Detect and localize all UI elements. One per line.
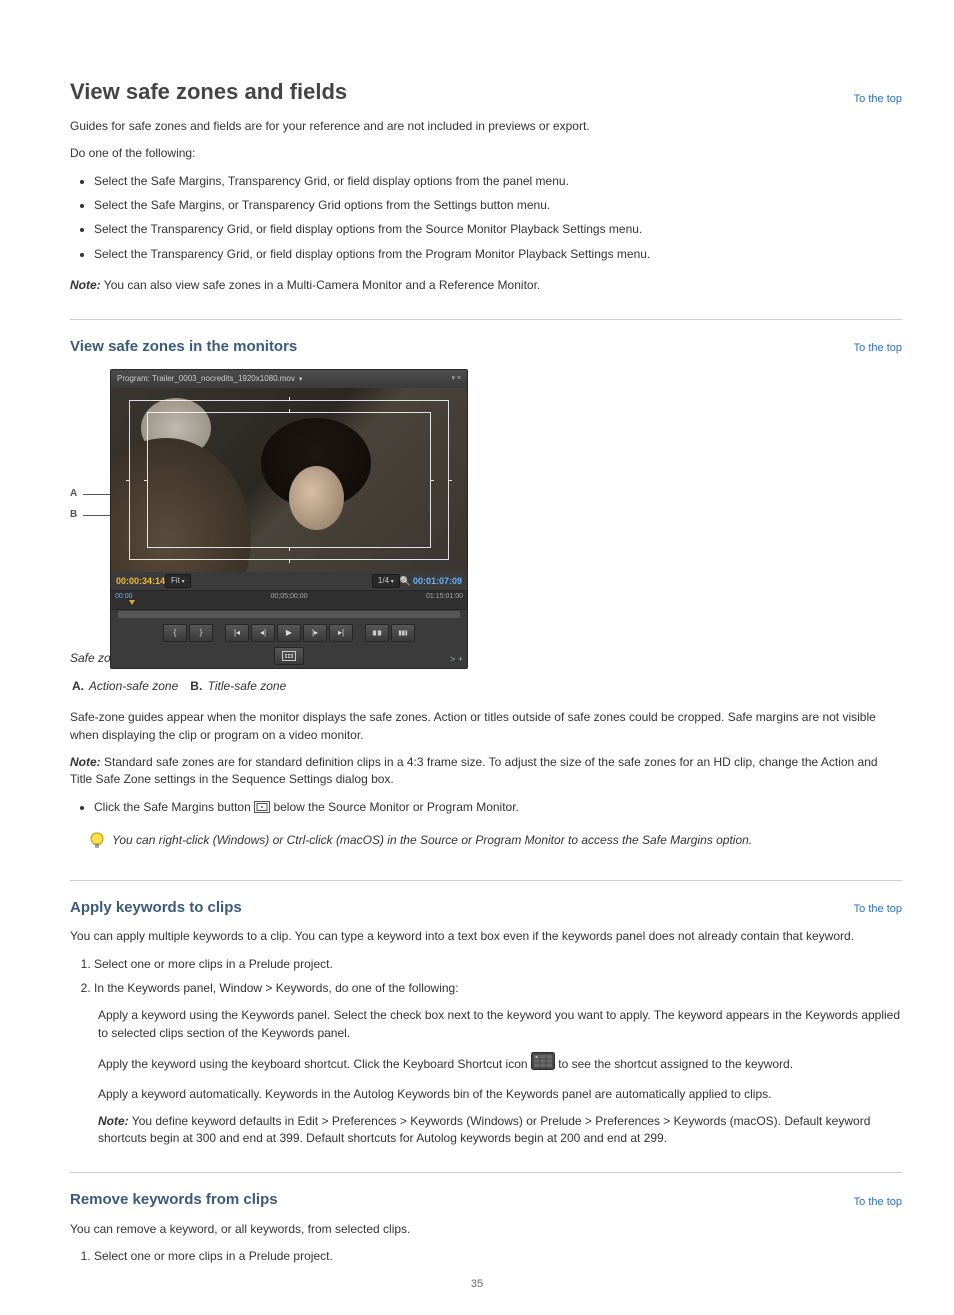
magnify-icon[interactable] (400, 575, 413, 588)
kw-intro: You can apply multiple keywords to a cli… (70, 928, 902, 945)
note-2: Note: Standard safe zones are for standa… (70, 754, 902, 789)
go-to-out-button[interactable]: ▸| (329, 624, 353, 642)
program-monitor-figure: A B Program: Trailer_0003_nocredits_1920… (70, 369, 902, 644)
note-label: Note: (70, 755, 101, 769)
remove-intro: You can remove a keyword, or all keyword… (70, 1221, 902, 1238)
note-text: Standard safe zones are for standard def… (70, 755, 878, 786)
note-1: Note: You can also view safe zones in a … (70, 277, 902, 294)
tip-text: You can right-click (Windows) or Ctrl-cl… (112, 832, 752, 849)
panel-menu-icon[interactable]: ▾ ≡ (451, 374, 461, 384)
list-item: Select the Safe Margins, or Transparency… (94, 197, 902, 214)
section-heading-keywords: Apply keywords to clips (70, 897, 242, 919)
list-item: Select the Transparency Grid, or field d… (94, 246, 902, 263)
program-monitor-panel: Program: Trailer_0003_nocredits_1920x108… (110, 369, 468, 669)
fit-dropdown[interactable]: Fit (165, 574, 191, 588)
divider (70, 880, 902, 881)
intro-paragraph: Guides for safe zones and fields are for… (70, 118, 902, 135)
monitor-titlebar: Program: Trailer_0003_nocredits_1920x108… (111, 370, 467, 388)
safe-options-list: Select the Safe Margins, Transparency Gr… (70, 173, 902, 264)
keyboard-shortcut-icon (531, 1052, 555, 1075)
section-heading-safezones: View safe zones in the monitors (70, 336, 297, 358)
list-item: Select the Safe Margins, Transparency Gr… (94, 173, 902, 190)
go-to-in-button[interactable]: |◂ (225, 624, 249, 642)
step-forward-button[interactable]: |▸ (303, 624, 327, 642)
do-one-paragraph: Do one of the following: (70, 145, 902, 162)
export-frame-button[interactable] (274, 647, 304, 665)
kw-apply-auto: Apply a keyword automatically. Keywords … (98, 1086, 902, 1103)
tip: You can right-click (Windows) or Ctrl-cl… (90, 832, 902, 855)
section-heading-remove: Remove keywords from clips (70, 1189, 278, 1211)
note-label: Note: (70, 278, 101, 292)
ruler-label-right: 01:15:01:00 (426, 592, 463, 602)
to-top-link-1[interactable]: To the top (854, 92, 902, 108)
kw-note: Note: You define keyword defaults in Edi… (98, 1113, 902, 1148)
play-button[interactable]: ▶ (277, 624, 301, 642)
kw-apply-shortcut: Apply the keyword using the keyboard sho… (98, 1052, 902, 1075)
divider (70, 319, 902, 320)
zoom-dropdown[interactable]: 1/4 (372, 574, 400, 588)
monitor-viewport (111, 388, 467, 572)
monitor-title-text: Program: Trailer_0003_nocredits_1920x108… (117, 373, 302, 385)
time-ruler[interactable]: 00:00 00;05;00;00 01:15:01:00 (111, 590, 467, 609)
lightbulb-icon (90, 832, 108, 855)
monitor-infobar: 00:00:34:14 Fit 1/4 00:01:07:09 (111, 572, 467, 590)
figure-key: A. Action-safe zone B. Title-safe zone (70, 678, 902, 695)
zoom-scrollbar[interactable] (111, 609, 467, 620)
to-top-link-4[interactable]: To the top (854, 1195, 902, 1211)
title-safe-overlay (147, 412, 431, 548)
kw-step-1: Select one or more clips in a Prelude pr… (94, 956, 902, 973)
note-text: You can also view safe zones in a Multi-… (104, 278, 540, 292)
timecode-right: 00:01:07:09 (413, 575, 462, 588)
list-item: Select the Transparency Grid, or field d… (94, 221, 902, 238)
timecode-left[interactable]: 00:00:34:14 (116, 575, 165, 588)
button-editor-icon[interactable]: > + (450, 653, 463, 666)
safe-margin-step: Click the Safe Margins button below the … (94, 799, 902, 818)
step-back-button[interactable]: ◂| (251, 624, 275, 642)
mark-in-button[interactable]: { (163, 624, 187, 642)
lift-button[interactable] (365, 624, 389, 642)
transport-controls: { } |◂ ◂| ▶ |▸ ▸| (111, 620, 467, 644)
extract-button[interactable] (391, 624, 415, 642)
safezone-desc: Safe-zone guides appear when the monitor… (70, 709, 902, 744)
playhead-icon[interactable] (129, 600, 135, 605)
mark-out-button[interactable]: } (189, 624, 213, 642)
ruler-label-center: 00;05;00;00 (271, 592, 308, 602)
kw-apply-panel: Apply a keyword using the Keywords panel… (98, 1007, 902, 1042)
divider (70, 1172, 902, 1173)
remove-step-1: Select one or more clips in a Prelude pr… (94, 1248, 902, 1265)
safe-margins-icon (254, 801, 270, 818)
kw-step-2: In the Keywords panel, Window > Keywords… (94, 980, 902, 997)
to-top-link-2[interactable]: To the top (854, 341, 902, 357)
page-number: 35 (0, 1277, 954, 1293)
page-title: View safe zones and fields (70, 76, 347, 108)
to-top-link-3[interactable]: To the top (854, 902, 902, 918)
